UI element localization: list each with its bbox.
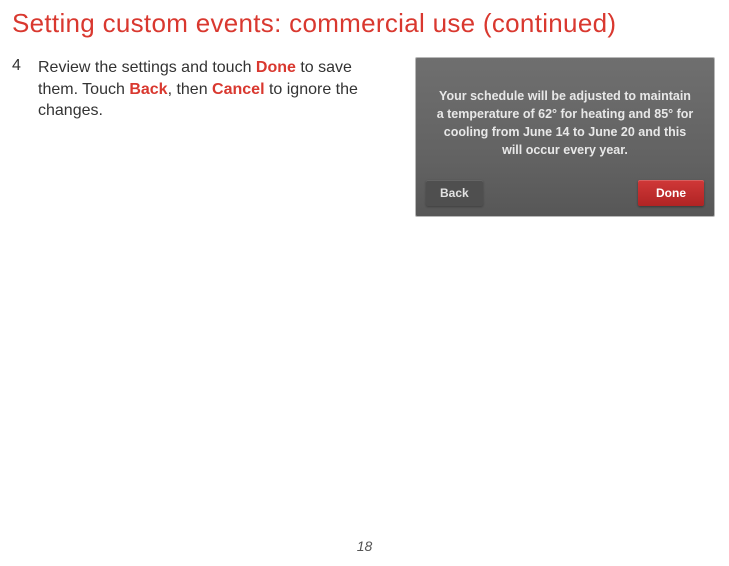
device-column: Your schedule will be adjusted to mainta…	[415, 57, 715, 217]
step-text-part-1: Review the settings and touch	[38, 59, 256, 76]
page-title: Setting custom events: commercial use (c…	[0, 0, 729, 57]
content-row: 4 Review the settings and touch Done to …	[0, 57, 729, 217]
keyword-back: Back	[129, 81, 167, 98]
device-message-text: Your schedule will be adjusted to mainta…	[434, 87, 696, 160]
page-number: 18	[357, 538, 373, 554]
keyword-cancel: Cancel	[212, 81, 264, 98]
back-button[interactable]: Back	[426, 180, 483, 206]
done-button[interactable]: Done	[638, 180, 704, 206]
step-text-part-3: , then	[168, 81, 212, 98]
step-text: Review the settings and touch Done to sa…	[38, 57, 391, 217]
step-number: 4	[12, 57, 28, 217]
keyword-done: Done	[256, 59, 296, 76]
device-button-row: Back Done	[416, 180, 714, 216]
instruction-column: 4 Review the settings and touch Done to …	[12, 57, 391, 217]
device-screen: Your schedule will be adjusted to mainta…	[415, 57, 715, 217]
device-message-area: Your schedule will be adjusted to mainta…	[416, 58, 714, 180]
